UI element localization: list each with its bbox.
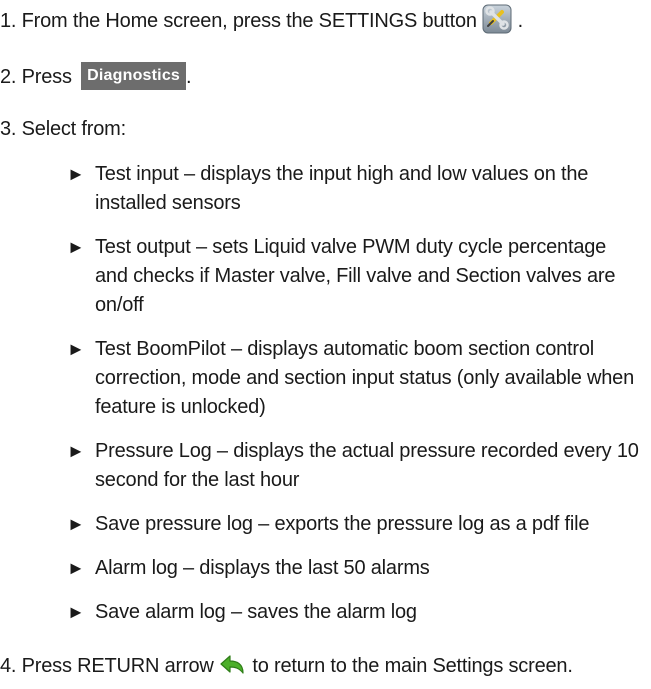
step-3: 3. Select from: [0,117,126,141]
option-pressure-log: Pressure Log – displays the actual press… [95,440,639,491]
diagnostics-button[interactable]: Diagnostics [81,61,187,90]
option-test-boompilot: Test BoomPilot – displays automatic boom… [95,338,635,418]
bullet-arrow-icon: ► [67,558,85,578]
list-item: ► Test input – displays the input high a… [67,160,642,218]
option-save-alarm-log: Save alarm log – saves the alarm log [95,601,417,623]
option-alarm-log: Alarm log – displays the last 50 alarms [95,557,430,579]
list-item: ► Pressure Log – displays the actual pre… [67,437,642,495]
list-item: ► Test BoomPilot – displays automatic bo… [67,335,642,422]
step-4: 4. Press RETURN arrow to return to the m… [0,654,573,678]
diagnostics-options-list: ► Test input – displays the input high a… [67,160,642,642]
bullet-arrow-icon: ► [67,339,85,359]
option-save-pressure-log: Save pressure log – exports the pressure… [95,513,590,535]
step-1-text: 1. From the Home screen, press the SETTI… [0,10,477,32]
step-3-text: 3. Select from: [0,118,126,140]
list-item: ► Alarm log – displays the last 50 alarm… [67,554,642,583]
step-2-period: . [186,66,192,88]
settings-icon [482,4,512,34]
bullet-arrow-icon: ► [67,237,85,257]
bullet-arrow-icon: ► [67,514,85,534]
step-2-text: 2. Press [0,66,72,88]
list-item: ► Save pressure log – exports the pressu… [67,510,642,539]
bullet-arrow-icon: ► [67,441,85,461]
step-2: 2. Press Diagnostics. [0,61,192,90]
step-1: 1. From the Home screen, press the SETTI… [0,4,524,34]
option-test-input: Test input – displays the input high and… [95,163,589,214]
step-4-text-after: to return to the main Settings screen. [252,655,573,677]
step-4-text-before: 4. Press RETURN arrow [0,655,214,677]
option-test-output: Test output – sets Liquid valve PWM duty… [95,236,616,316]
return-arrow-icon [219,653,247,677]
list-item: ► Save alarm log – saves the alarm log [67,598,642,627]
bullet-arrow-icon: ► [67,602,85,622]
step-1-period: . [517,10,524,32]
bullet-arrow-icon: ► [67,164,85,184]
list-item: ► Test output – sets Liquid valve PWM du… [67,233,642,320]
